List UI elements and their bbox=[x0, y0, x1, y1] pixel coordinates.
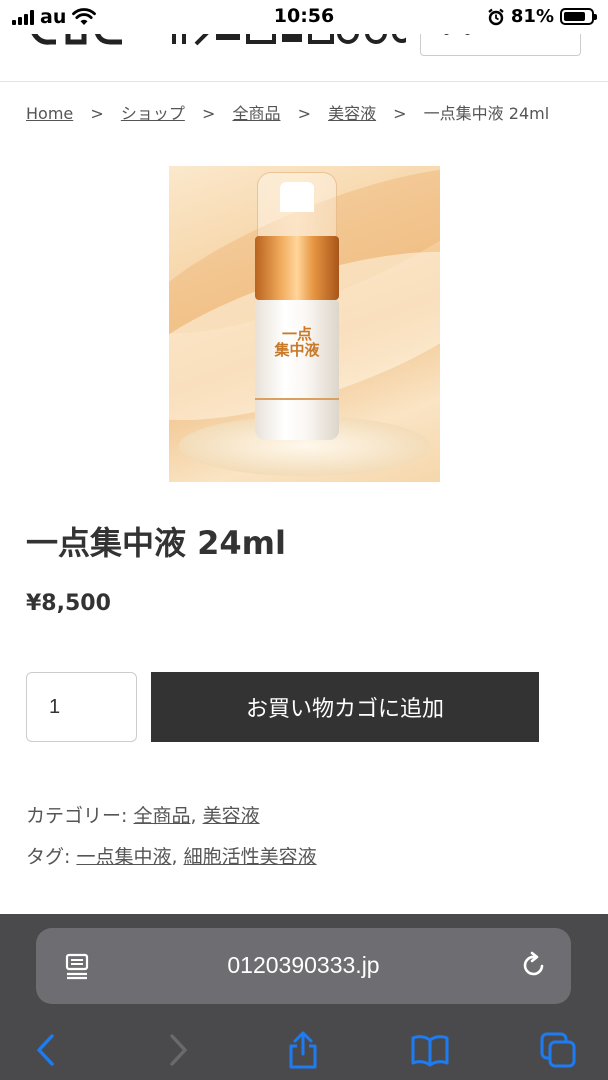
bottle-pump bbox=[280, 182, 314, 212]
bottle-gold-line bbox=[255, 398, 339, 400]
breadcrumb-serum[interactable]: 美容液 bbox=[328, 104, 376, 123]
tag-link-ittenshuchueki[interactable]: 一点集中液 bbox=[76, 846, 171, 868]
url-text: 0120390333.jp bbox=[227, 952, 380, 978]
product-price: ¥8,500 bbox=[26, 591, 111, 616]
address-bar[interactable]: 0120390333.jp bbox=[36, 928, 571, 1004]
bottle-label-line1: 一点 bbox=[281, 325, 312, 343]
breadcrumb-shop[interactable]: ショップ bbox=[121, 104, 185, 123]
product-tags: タグ: 一点集中液, 細胞活性美容液 bbox=[26, 842, 317, 869]
breadcrumb: Home > ショップ > 全商品 > 美容液 > 一点集中液 24ml bbox=[26, 100, 549, 124]
battery-fill bbox=[564, 12, 586, 21]
quantity-input[interactable] bbox=[26, 672, 137, 742]
status-right: 81% bbox=[487, 6, 597, 27]
bottle-label: 一点 集中液 bbox=[269, 326, 325, 358]
breadcrumb-current: 一点集中液 24ml bbox=[423, 104, 550, 123]
product-title: 一点集中液 24ml bbox=[26, 524, 286, 562]
share-icon bbox=[289, 1031, 317, 1069]
add-to-cart-button[interactable]: お買い物カゴに追加 bbox=[151, 672, 539, 742]
tabs-icon bbox=[540, 1032, 576, 1068]
breadcrumb-separator: > bbox=[297, 104, 311, 123]
bottle-label-line2: 集中液 bbox=[274, 341, 320, 359]
category-link-all-products[interactable]: 全商品 bbox=[133, 805, 190, 827]
tag-link-cell-serum[interactable]: 細胞活性美容液 bbox=[184, 846, 317, 868]
product-image[interactable]: 一点 集中液 bbox=[169, 166, 440, 482]
breadcrumb-separator: > bbox=[201, 104, 216, 123]
browser-toolbar bbox=[0, 1022, 608, 1080]
tag-label: タグ: bbox=[26, 846, 71, 868]
reload-icon[interactable] bbox=[519, 950, 549, 980]
comma: , bbox=[171, 846, 178, 868]
breadcrumb-home[interactable]: Home bbox=[26, 104, 73, 123]
breadcrumb-separator: > bbox=[393, 104, 407, 123]
tabs-button[interactable] bbox=[538, 1030, 578, 1070]
bottle-collar bbox=[255, 236, 339, 300]
status-bar: au 10:56 81% bbox=[0, 0, 608, 34]
battery-percent: 81% bbox=[510, 6, 554, 27]
forward-icon bbox=[170, 1034, 187, 1066]
battery-icon bbox=[560, 8, 597, 25]
share-button[interactable] bbox=[283, 1030, 323, 1070]
breadcrumb-all-products[interactable]: 全商品 bbox=[232, 104, 280, 123]
browser-bottom-bar: 0120390333.jp bbox=[0, 914, 608, 1080]
comma: , bbox=[190, 805, 197, 827]
category-label: カテゴリー: bbox=[26, 805, 128, 827]
forward-button[interactable] bbox=[158, 1030, 198, 1070]
product-categories: カテゴリー: 全商品, 美容液 bbox=[26, 801, 260, 828]
bottle-body bbox=[255, 300, 339, 440]
back-icon bbox=[37, 1034, 54, 1066]
bookmarks-icon bbox=[411, 1035, 449, 1067]
breadcrumb-separator: > bbox=[90, 104, 104, 123]
category-link-serum[interactable]: 美容液 bbox=[203, 805, 260, 827]
bookmarks-button[interactable] bbox=[410, 1030, 450, 1070]
back-button[interactable] bbox=[26, 1030, 66, 1070]
alarm-icon bbox=[488, 8, 504, 25]
